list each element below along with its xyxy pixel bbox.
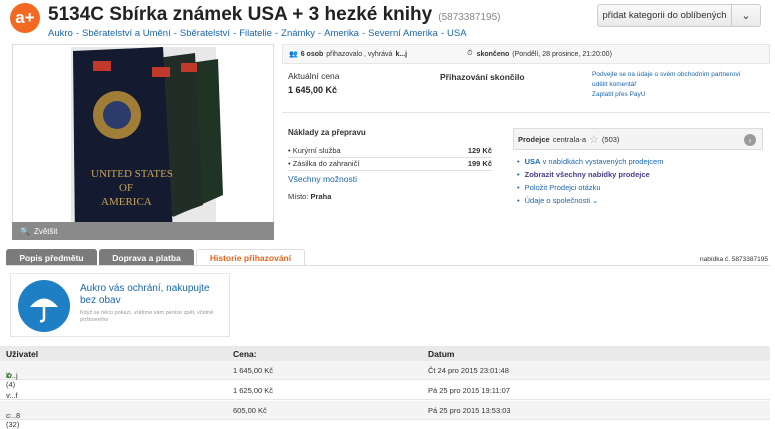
bid-date: Pá 25 pro 2015 13:53:03	[428, 406, 511, 415]
item-image[interactable]: UNITED STATES OF AMERICA	[12, 44, 274, 240]
table-row: k...j (4) ✿ 1 645,00 Kč Čt 24 pro 2015 2…	[0, 361, 770, 389]
seller-link[interactable]: • Údaje o společnosti ⌄	[517, 196, 598, 205]
winner-name[interactable]: k...j	[395, 51, 407, 58]
seller-link-text: v nabídkách vystavených prodejcem	[540, 157, 664, 166]
column-user: Uživatel	[6, 349, 39, 359]
bid-price: 605,00 Kč	[233, 406, 267, 415]
breadcrumb-severni-amerika[interactable]: Severní Amerika	[368, 28, 438, 39]
location-value: Praha	[310, 192, 332, 201]
star-icon: ☆	[589, 133, 599, 146]
breadcrumb-amerika[interactable]: Amerika	[324, 28, 359, 39]
location: Místo: Praha	[288, 192, 331, 201]
bid-price: 1 645,00 Kč	[233, 366, 274, 375]
shipping-name: Kurýrní služba	[292, 146, 341, 155]
seller-link-text: Údaje o společnosti ⌄	[524, 196, 599, 205]
shipping-title: Náklady za přepravu	[288, 128, 366, 137]
breadcrumb-sep: -	[173, 28, 177, 39]
bidders-suffix: přihazovalo , vyhrává	[326, 50, 393, 58]
bid-price: 1 625,00 Kč	[233, 386, 274, 395]
zoom-bar[interactable]: 🔍 Zvětšit	[12, 222, 274, 240]
breadcrumb: Aukro - Sběratelství a Umění - Sběratelství -…	[48, 28, 467, 39]
current-price-value: 1 645,00 Kč	[288, 85, 338, 95]
add-favorite-category-button[interactable]: přidat kategorii do oblíbených	[597, 4, 732, 27]
buyer-protection-box: Aukro vás ochrání, nakupujte bez obav Kd…	[10, 273, 230, 337]
seller-link-text: Zobrazit všechny nabídky prodejce	[524, 170, 650, 179]
seller-link[interactable]: • Zobrazit všechny nabídky prodejce	[517, 170, 650, 179]
breadcrumb-sep: -	[274, 28, 279, 39]
breadcrumb-sep: -	[361, 28, 366, 39]
shipping-row: • Kurýrní služba 129 Kč	[288, 146, 492, 158]
breadcrumb-sep: -	[440, 28, 445, 39]
tab-shipping-payment[interactable]: Doprava a platba	[99, 249, 194, 266]
pay-via-payu-link[interactable]: Zaplatit přes PayU	[592, 90, 757, 100]
clock-icon: ⏱	[467, 50, 473, 57]
page-title: 5134C Sbírka známek USA + 3 hezké knihy (…	[48, 4, 501, 26]
bid-table-header: Uživatel Cena: Datum	[0, 346, 770, 361]
bid-date: Čt 24 pro 2015 23:01:48	[428, 366, 509, 375]
breadcrumb-znamky[interactable]: Známky	[281, 28, 315, 39]
partner-links: Podvejte se na údaje o svém obchodním pa…	[592, 70, 757, 100]
chevron-down-icon[interactable]: ⌄	[731, 4, 761, 27]
shipping-price: 129 Kč	[467, 146, 492, 155]
bidders-count: 6 osob	[300, 50, 324, 58]
auction-ended-status: Přihazování skončilo	[440, 72, 525, 82]
shipping-name: Zásilka do zahraničí	[292, 159, 360, 168]
passport-books-photo: UNITED STATES OF AMERICA	[71, 47, 223, 239]
seller-rating[interactable]: (503)	[602, 135, 620, 144]
umbrella-icon	[18, 280, 70, 332]
protection-heading: Aukro vás ochrání, nakupujte bez obav	[80, 283, 210, 306]
all-shipping-options-link[interactable]: Všechny možnosti	[288, 174, 357, 184]
breadcrumb-aukro[interactable]: Aukro	[48, 28, 73, 39]
table-row: v...f (45) ☆ 1 625,00 Kč Pá 25 pro 2015 …	[0, 381, 770, 409]
magnifier-icon: 🔍	[20, 226, 30, 236]
seller-more-icon[interactable]: ›	[744, 134, 756, 146]
divider	[282, 112, 770, 113]
current-price-label: Aktuální cena	[288, 71, 340, 81]
tab-divider	[6, 265, 770, 266]
seller-name[interactable]: centrala-a	[553, 135, 586, 144]
seller-link[interactable]: • USA v nabídkách vystavených prodejcem	[517, 157, 663, 166]
book-text-line1: UNITED STATES	[91, 168, 173, 180]
book-text-line3: AMERICA	[101, 196, 152, 208]
seller-link-strong: USA	[524, 157, 541, 166]
location-label: Místo:	[288, 192, 309, 201]
protection-text: Když se něco pokazí, vrátíme vám peníze …	[80, 310, 214, 323]
seller-box: Prodejce centrala-a ☆ (503) ›	[513, 128, 763, 150]
breadcrumb-sep: -	[317, 28, 322, 39]
tab-description[interactable]: Popis předmětu	[6, 249, 97, 266]
ended-label: skončeno	[476, 50, 510, 58]
seller-link-text: Položit Prodejci otázku	[524, 183, 601, 192]
bid-date: Pá 25 pro 2015 19:11:07	[428, 386, 511, 395]
offer-number: nabídka č. 5873387195	[700, 256, 768, 263]
seller-link[interactable]: • Položit Prodejci otázku	[517, 183, 601, 192]
zoom-label: Zvětšit	[33, 226, 58, 236]
item-id: (5873387195)	[438, 12, 501, 23]
ended-date: (Pondělí, 28 prosince, 21:20:00)	[512, 50, 612, 58]
aukro-logo[interactable]: a+	[10, 3, 40, 33]
breadcrumb-sep: -	[233, 28, 237, 39]
breadcrumb-sberatelstvi-umeni[interactable]: Sběratelství a Umění	[82, 28, 171, 39]
leaf-icon: ✿	[6, 371, 13, 380]
star-icon: ☆	[6, 411, 13, 420]
give-comment-link[interactable]: udělit komentář	[592, 80, 757, 90]
partner-info-link[interactable]: Podvejte se na údaje o svém obchodním pa…	[592, 70, 757, 80]
auction-infobar: 👥 6 osob přihazovalo , vyhrává k...j ⏱ s…	[282, 44, 770, 64]
breadcrumb-sberatelstvi[interactable]: Sběratelství	[180, 28, 230, 39]
column-price: Cena:	[233, 349, 257, 359]
book-text-line2: OF	[119, 182, 133, 194]
tab-bid-history[interactable]: Historie přihazování	[196, 249, 305, 266]
shipping-price: 199 Kč	[467, 159, 492, 168]
shipping-row: • Zásilka do zahraničí 199 Kč	[288, 159, 492, 171]
item-title: 5134C Sbírka známek USA + 3 hezké knihy	[48, 4, 433, 25]
seller-label: Prodejce	[518, 134, 550, 144]
star-icon: ☆	[6, 391, 13, 400]
breadcrumb-usa[interactable]: USA	[447, 28, 467, 39]
table-row: c...8 (32) ☆ 605,00 Kč Pá 25 pro 2015 13…	[0, 401, 770, 429]
column-date: Datum	[428, 349, 455, 359]
breadcrumb-sep: -	[75, 28, 79, 39]
breadcrumb-filatelie[interactable]: Filatelie	[239, 28, 272, 39]
people-icon: 👥	[289, 51, 298, 58]
